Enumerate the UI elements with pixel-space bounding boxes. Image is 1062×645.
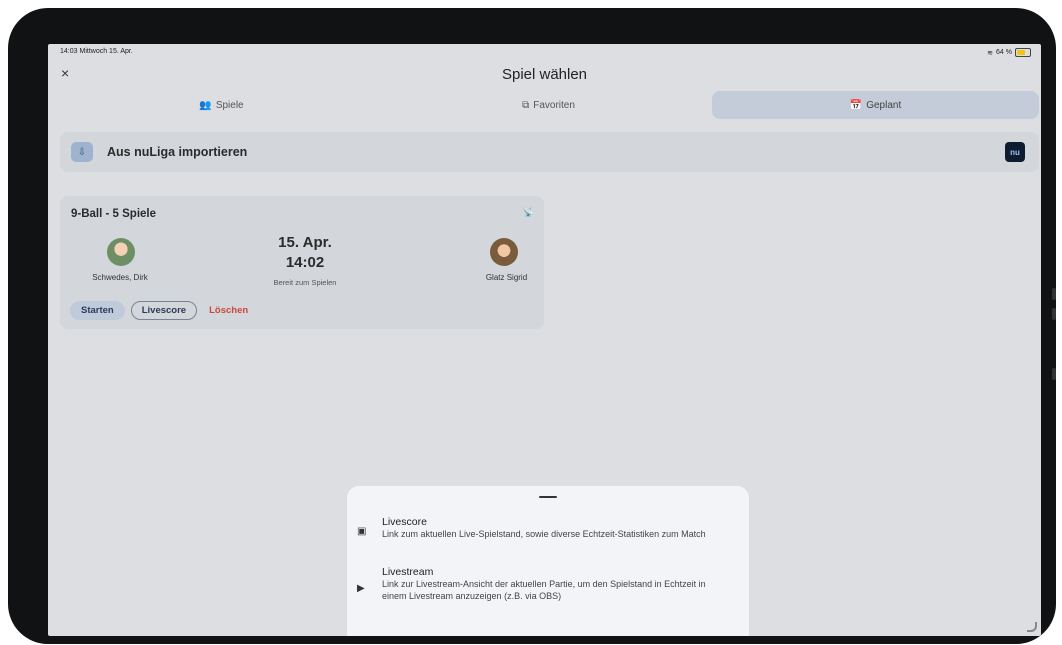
tablet-frame: 14:03 Mittwoch 15. Apr. ≋ 64 % × Spiel w… [8, 8, 1056, 644]
app-screen: 14:03 Mittwoch 15. Apr. ≋ 64 % × Spiel w… [48, 44, 1041, 636]
tab-label: Geplant [866, 99, 902, 111]
nuliga-logo: nu [1005, 142, 1025, 162]
battery-icon [1015, 48, 1031, 57]
sheet-item-title: Livestream [382, 566, 434, 578]
tab-label: Favoriten [533, 99, 575, 111]
sheet-item-livestream[interactable]: ▶ Livestream Link zur Livestream-Ansicht… [357, 566, 732, 602]
match-time: 14:02 [285, 254, 325, 271]
sheet-item-livescore[interactable]: ▣ Livescore Link zum aktuellen Live-Spie… [357, 516, 732, 540]
wifi-icon: ≋ [987, 49, 994, 57]
status-time: 14:03 [60, 48, 78, 55]
player-name: Glatz Sigrid [485, 273, 528, 282]
avatar [490, 238, 518, 266]
sheet-item-title: Livescore [382, 516, 427, 528]
status-bar-right: ≋ 64 % [987, 48, 1031, 57]
tab-label: Spiele [215, 99, 244, 111]
bottom-sheet: ▣ Livescore Link zum aktuellen Live-Spie… [347, 486, 749, 636]
status-date: Mittwoch 15. Apr. [79, 48, 133, 55]
battery-percent: 64 % [996, 49, 1012, 56]
match-status: Bereit zum Spielen [273, 278, 337, 287]
download-icon: ⇩ [71, 142, 93, 162]
match-date: 15. Apr. [278, 234, 332, 251]
sheet-item-description: Link zum aktuellen Live-Spielstand, sowi… [382, 529, 706, 539]
avatar [107, 238, 135, 266]
calendar-icon: 📅 [849, 99, 863, 111]
side-button [1052, 288, 1056, 300]
favorites-icon: ⧉ [522, 99, 530, 111]
delete-button[interactable]: Löschen [203, 301, 254, 320]
match-datetime: 15. Apr. 14:02 [235, 233, 375, 273]
import-label: Aus nuLiga importieren [107, 145, 248, 159]
match-card[interactable]: 9-Ball - 5 Spiele 📡 Schwedes, Dirk 15. A… [60, 196, 544, 329]
sheet-item-description: Link zur Livestream-Ansicht der aktuelle… [382, 579, 706, 601]
player-name: Schwedes, Dirk [92, 273, 148, 282]
corner-indicator [1027, 622, 1037, 632]
page-title: Spiel wählen [501, 66, 588, 83]
match-title: 9-Ball - 5 Spiele [71, 208, 157, 220]
play-icon: ▶ [357, 583, 365, 594]
tab-favoriten[interactable]: ⧉ Favoriten [385, 91, 712, 119]
match-actions: Starten Livescore Löschen [70, 301, 254, 320]
start-button[interactable]: Starten [70, 301, 125, 320]
side-button [1052, 308, 1056, 320]
sheet-handle[interactable] [539, 496, 557, 498]
tab-geplant[interactable]: 📅 Geplant [712, 91, 1039, 119]
broadcast-icon[interactable]: 📡 [523, 207, 534, 218]
tab-bar: 👥 Spiele ⧉ Favoriten 📅 Geplant [58, 91, 1039, 119]
tab-spiele[interactable]: 👥 Spiele [58, 91, 385, 119]
players-icon: 👥 [199, 99, 212, 111]
scoreboard-icon: ▣ [357, 526, 367, 537]
import-nuliga-button[interactable]: ⇩ Aus nuLiga importieren nu [60, 132, 1039, 172]
livescore-button[interactable]: Livescore [130, 301, 198, 320]
side-button [1052, 368, 1056, 380]
status-bar-left: 14:03 Mittwoch 15. Apr. [60, 48, 133, 55]
